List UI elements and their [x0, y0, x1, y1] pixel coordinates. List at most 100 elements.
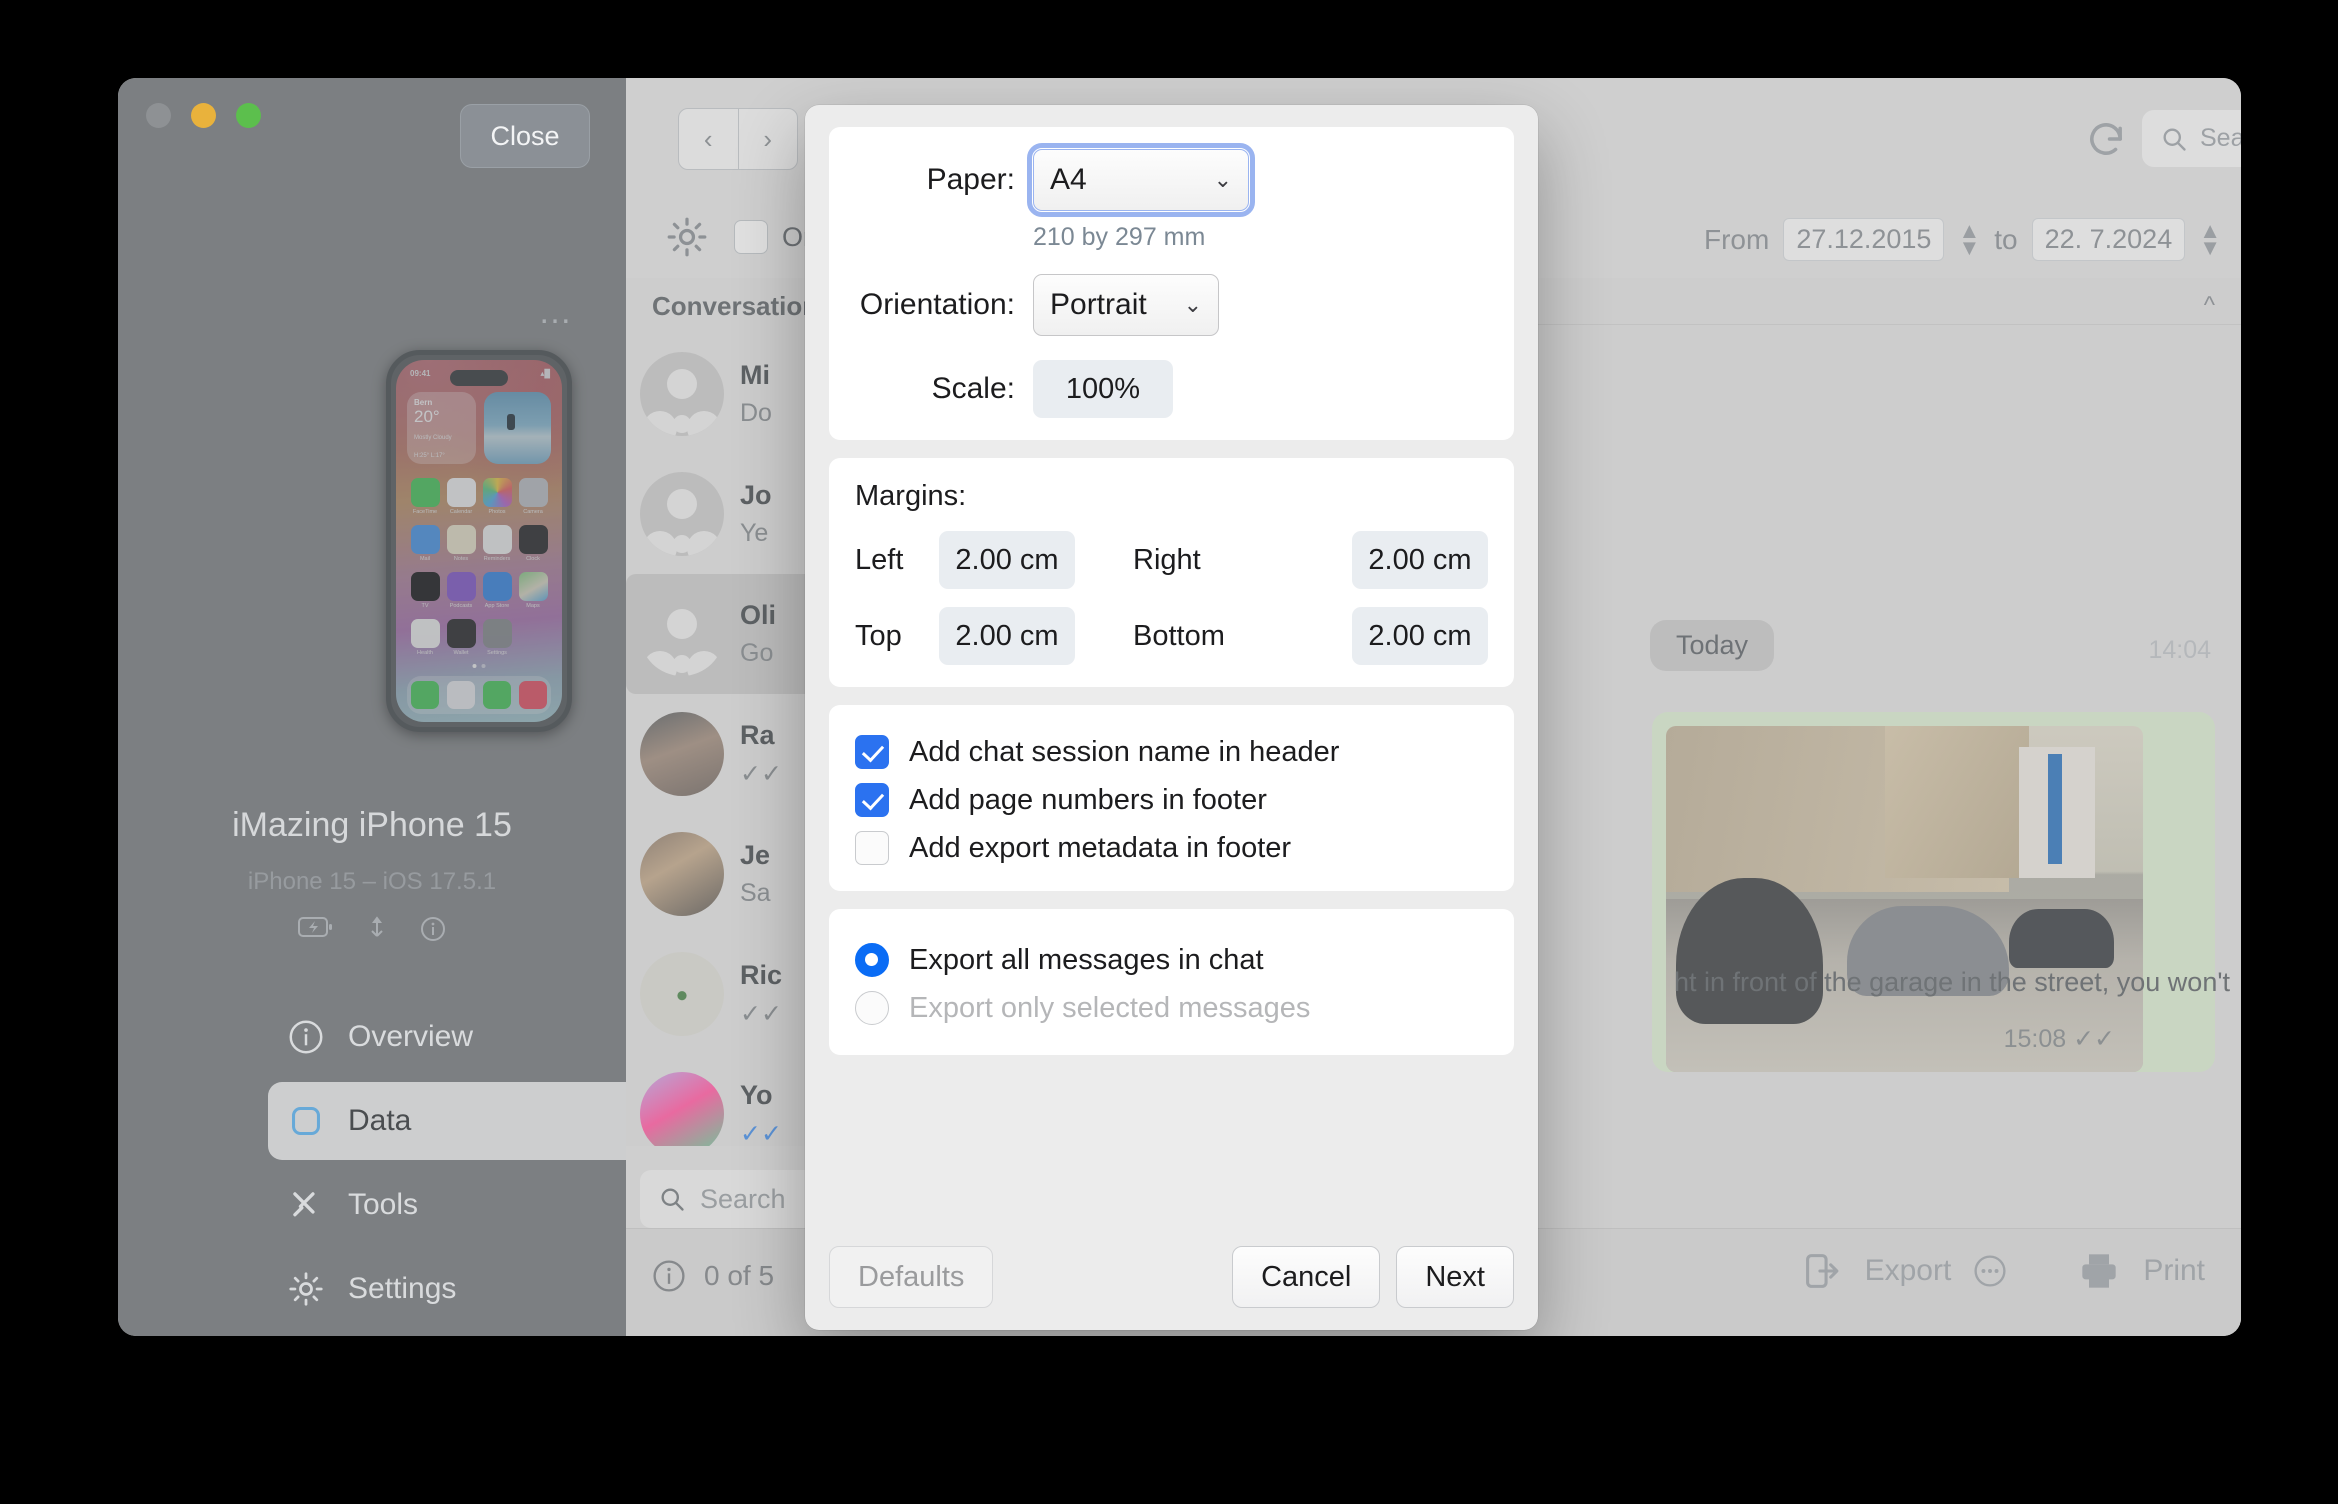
printer-icon[interactable] [2077, 1251, 2121, 1291]
usb-icon [366, 916, 388, 942]
margin-bottom-input[interactable]: 2.00 cm [1352, 607, 1488, 665]
close-button[interactable]: Close [460, 104, 590, 168]
window-traffic-lights [146, 103, 261, 128]
header-footer-card: Add chat session name in header Add page… [829, 705, 1514, 891]
data-square-icon [284, 1103, 328, 1139]
avatar [640, 712, 724, 796]
app-label: Clock [526, 556, 540, 562]
export-button[interactable]: Export [1865, 1254, 1952, 1288]
app-icon-tv [410, 572, 440, 601]
conversation-preview: Do [740, 399, 772, 427]
more-circle-icon[interactable] [1973, 1254, 2007, 1288]
search-input[interactable]: Search WhatsApp... [2142, 110, 2241, 167]
chevron-up-icon[interactable]: ^ [2204, 292, 2215, 320]
date-from-stepper[interactable]: ▲ ▼ [1958, 220, 1980, 259]
app-label: Photos [488, 509, 506, 515]
app-icon-grid: FaceTime Calendar Photos Camera Mail Not… [407, 478, 551, 656]
close-window-button[interactable] [146, 103, 171, 128]
orientation-row: Orientation: Portrait ⌄ [855, 274, 1488, 336]
dock-icon-music [519, 681, 547, 709]
conversation-name: Jo [740, 480, 772, 510]
scale-input[interactable]: 100% [1033, 360, 1173, 418]
option-label: Add export metadata in footer [909, 831, 1292, 864]
page-setup-card: Paper: A4 ⌄ 210 by 297 mm Orientation: P… [829, 127, 1514, 440]
conversation-preview: Sa [740, 879, 771, 907]
scope-row[interactable]: Export all messages in chat [855, 943, 1488, 977]
screen: Close … 09:41 ▴█ Bern 20° Mostly Cloudy … [0, 0, 2338, 1504]
date-to-input[interactable]: 22. 7.2024 [2031, 218, 2186, 261]
selection-status: 0 of 5 [652, 1259, 774, 1293]
chevron-down-icon: ⌄ [1183, 292, 1202, 317]
app-label: Reminders [483, 556, 511, 562]
image-building [1885, 726, 2029, 879]
app-icon-mail [410, 525, 440, 554]
print-setup-dialog: Paper: A4 ⌄ 210 by 297 mm Orientation: P… [805, 105, 1538, 1330]
cancel-button[interactable]: Cancel [1232, 1246, 1381, 1308]
option-row[interactable]: Add chat session name in header [855, 735, 1488, 769]
checkbox-page-numbers[interactable] [855, 783, 889, 817]
checkbox-export-metadata[interactable] [855, 831, 889, 865]
app-label: Health [417, 650, 433, 656]
defaults-button[interactable]: Defaults [829, 1246, 994, 1308]
refresh-icon[interactable] [2083, 116, 2129, 162]
radio-export-all-messages[interactable] [855, 943, 889, 977]
margin-right-label: Right [1133, 543, 1201, 576]
message-bubble[interactable]: ht in front of the garage in the street,… [1652, 712, 2230, 1072]
orientation-select[interactable]: Portrait ⌄ [1033, 274, 1219, 336]
search-icon [2160, 125, 2188, 153]
app-label: Wallet [453, 650, 469, 656]
app-icon-appstore [482, 572, 512, 601]
margins-card: Margins: Left 2.00 cm Right 2.00 cm Top … [829, 458, 1514, 687]
option-row[interactable]: Add export metadata in footer [855, 831, 1488, 865]
date-from-input[interactable]: 27.12.2015 [1783, 218, 1945, 261]
print-button[interactable]: Print [2143, 1254, 2205, 1288]
scale-row: Scale: 100% [855, 360, 1488, 418]
gear-icon [284, 1271, 328, 1307]
info-circle-icon[interactable] [652, 1259, 686, 1293]
nav-segmented-control: ‹ › [678, 108, 798, 170]
dock-icon-phone [411, 681, 439, 709]
search-icon [658, 1185, 686, 1213]
date-to-stepper[interactable]: ▲ ▼ [2199, 220, 2221, 259]
next-button[interactable]: Next [1396, 1246, 1514, 1308]
margins-title: Margins: [855, 480, 967, 512]
app-icon-photos [482, 478, 512, 507]
search-placeholder: Search WhatsApp... [2200, 124, 2241, 152]
avatar [640, 832, 724, 916]
app-icon-clock [518, 525, 548, 554]
only-filter-checkbox[interactable] [734, 220, 768, 254]
export-phone-icon[interactable] [1803, 1251, 1843, 1291]
app-icon-health [410, 619, 440, 648]
option-row[interactable]: Add page numbers in footer [855, 783, 1488, 817]
weather-city: Bern [414, 398, 433, 407]
back-button[interactable]: ‹ [679, 109, 738, 169]
conversation-name: Mi [740, 360, 770, 390]
dock [407, 676, 551, 714]
device-subtitle: iPhone 15 – iOS 17.5.1 [247, 868, 497, 895]
conversation-preview: Go [740, 639, 774, 667]
orientation-value: Portrait [1050, 288, 1147, 321]
checkbox-chat-session-name[interactable] [855, 735, 889, 769]
gear-icon[interactable] [666, 216, 708, 258]
dialog-footer: Defaults Cancel Next [829, 1246, 1514, 1308]
minimize-window-button[interactable] [191, 103, 216, 128]
message-image[interactable] [1666, 726, 2143, 1072]
maximize-window-button[interactable] [236, 103, 261, 128]
image-car [2009, 909, 2115, 969]
dock-icon-safari [447, 681, 475, 709]
app-icon-calendar [446, 478, 476, 507]
paper-select[interactable]: A4 ⌄ [1027, 143, 1255, 217]
date-to-label: to [1994, 223, 2018, 255]
conversation-preview: ✓✓ [740, 759, 782, 788]
margin-top-input[interactable]: 2.00 cm [939, 607, 1075, 665]
app-label: FaceTime [412, 509, 438, 515]
app-icon-podcasts [446, 572, 476, 601]
more-options-button[interactable]: … [538, 293, 574, 332]
avatar [640, 1072, 724, 1146]
margin-right-input[interactable]: 2.00 cm [1352, 531, 1488, 589]
avatar [640, 352, 724, 436]
orientation-label: Orientation: [859, 288, 1015, 321]
forward-button[interactable]: › [737, 109, 798, 169]
avatar [640, 472, 724, 556]
margin-left-input[interactable]: 2.00 cm [939, 531, 1075, 589]
